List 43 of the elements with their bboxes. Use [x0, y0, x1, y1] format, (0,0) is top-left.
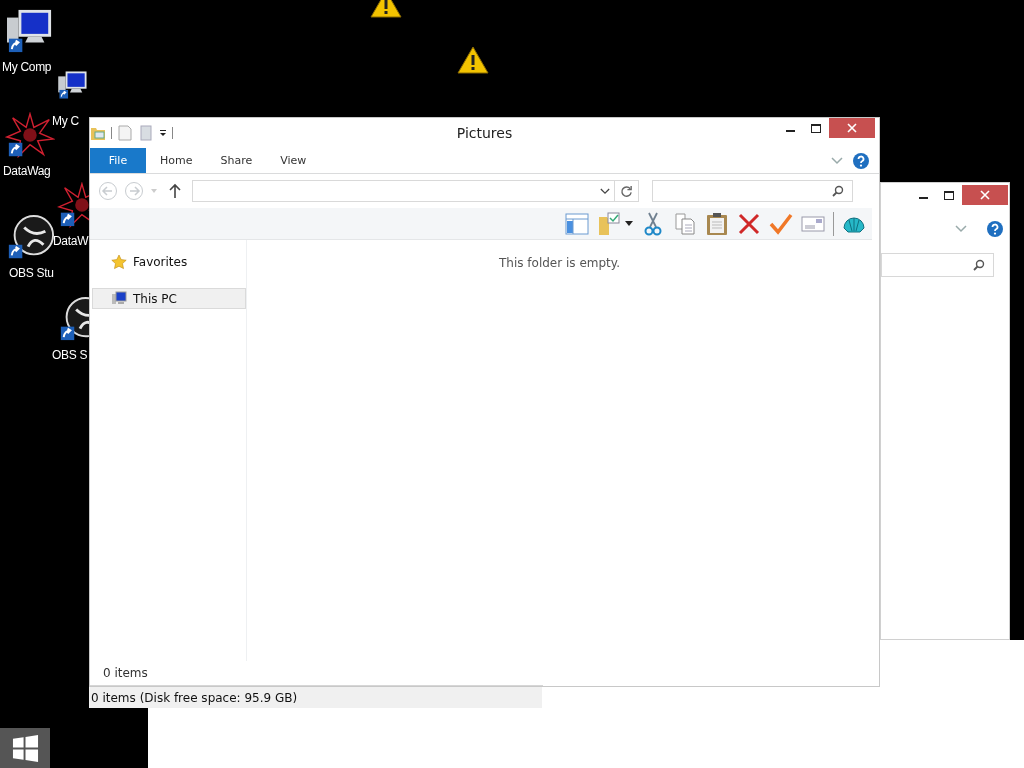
desktop-icon-label: My C: [52, 114, 79, 128]
star-icon: [111, 253, 127, 270]
help-icon[interactable]: [987, 221, 1003, 237]
shortcut-icon[interactable]: [57, 182, 89, 228]
start-button[interactable]: [0, 728, 50, 768]
delete-icon[interactable]: [737, 211, 761, 236]
help-icon[interactable]: [853, 152, 869, 169]
window-title: Pictures: [456, 125, 513, 141]
desktop-icon-label: My Comp: [2, 60, 52, 74]
file-tab[interactable]: File: [90, 148, 146, 173]
status-bar: 0 items (Disk free space: 95.9 GB): [89, 687, 542, 708]
ribbon-tab[interactable]: View: [266, 148, 321, 173]
desktop-icon-label: OBS Stu: [9, 266, 54, 280]
navigation-item[interactable]: This PC: [92, 288, 246, 309]
refresh-icon: [620, 184, 633, 198]
address-field[interactable]: [192, 180, 615, 202]
desktop-icon-label: DataWag: [3, 164, 51, 178]
refresh-button[interactable]: [614, 180, 639, 202]
windows-logo-icon: [11, 734, 39, 762]
warning-icon: [457, 46, 489, 74]
empty-folder-message: This folder is empty.: [499, 256, 620, 272]
preview-pane-icon[interactable]: [565, 211, 589, 236]
navigation-item[interactable]: Favorites: [92, 251, 246, 272]
computer-icon: [111, 290, 127, 307]
ribbon-tab[interactable]: Home: [146, 148, 207, 173]
ribbon-tab[interactable]: Share: [206, 148, 267, 173]
customize-dropdown-icon[interactable]: [159, 129, 167, 137]
desktop-icon-label: OBS S: [52, 348, 88, 362]
folder-check-icon[interactable]: [597, 211, 621, 236]
desktop-icon-label: DataW: [53, 234, 89, 248]
search-icon: [973, 259, 985, 271]
close-icon: [847, 123, 857, 133]
search-field[interactable]: [652, 180, 853, 202]
search-field[interactable]: [881, 253, 994, 277]
dropdown-arrow-icon[interactable]: [625, 220, 633, 227]
shortcut-icon[interactable]: [5, 112, 55, 158]
search-icon: [832, 185, 844, 197]
address-dropdown-icon[interactable]: [600, 187, 610, 195]
item-count: 0 items: [103, 666, 148, 680]
close-icon: [980, 190, 990, 200]
checkmark-icon[interactable]: [769, 211, 793, 236]
up-arrow-icon[interactable]: [168, 183, 182, 199]
clipboard-icon[interactable]: [705, 211, 729, 236]
